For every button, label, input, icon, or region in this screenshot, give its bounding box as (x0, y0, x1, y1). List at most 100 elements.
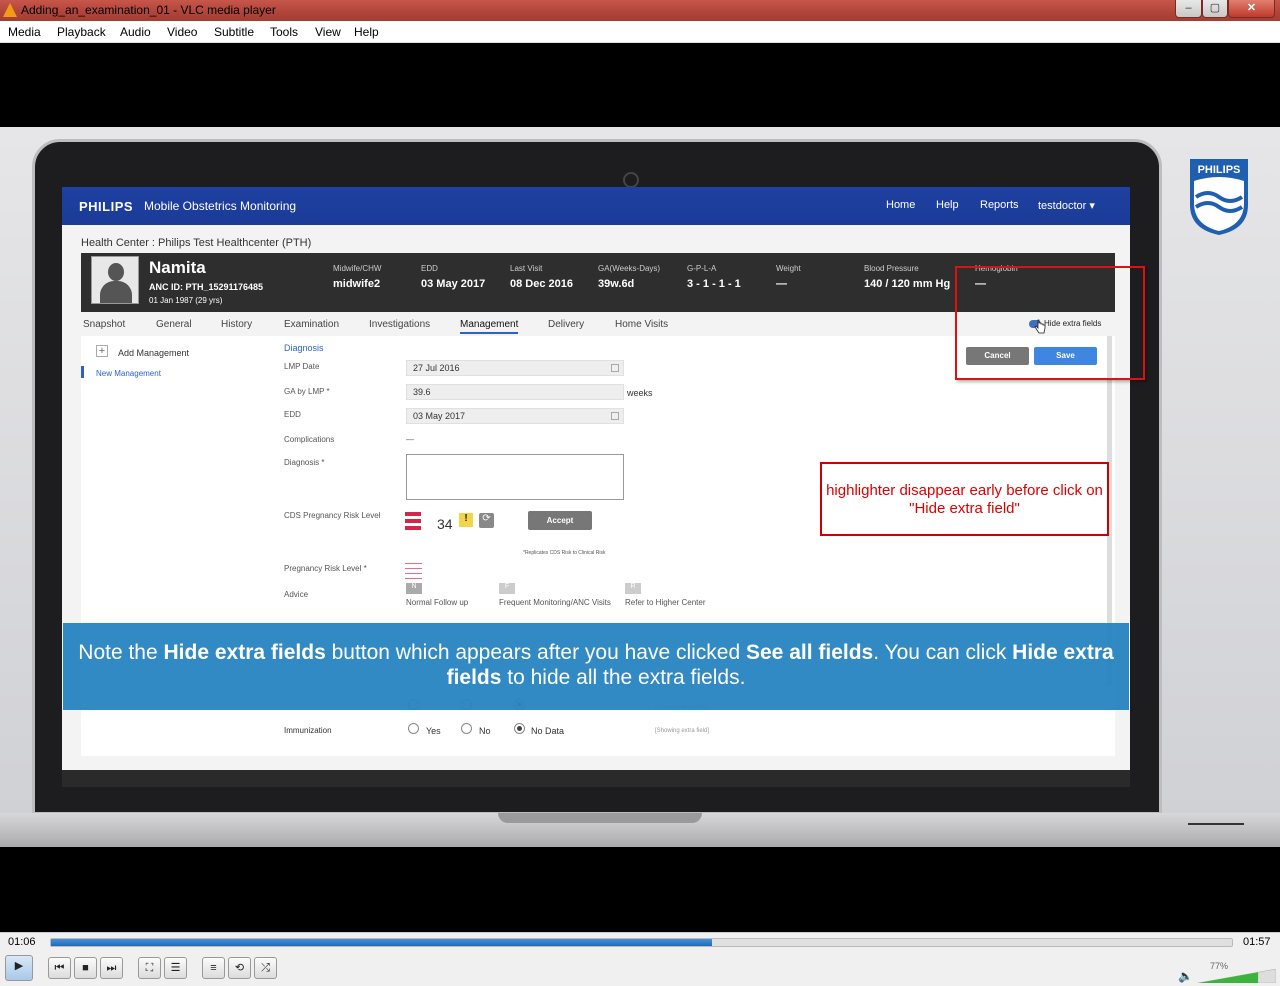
menu-video[interactable]: Video (167, 25, 197, 39)
screen-bottom-bar (62, 770, 1130, 787)
brand: PHILIPS (79, 199, 134, 214)
calendar-icon[interactable] (611, 364, 619, 372)
ga-label: GA by LMP * (284, 387, 330, 396)
menu-tools[interactable]: Tools (270, 25, 298, 39)
nav-reports[interactable]: Reports (980, 199, 1019, 211)
menu-view[interactable]: View (315, 25, 341, 39)
preg-risk-label: Pregnancy Risk Level * (284, 564, 367, 573)
health-center-label: Health Center : Philips Test Healthcente… (81, 237, 312, 249)
edd-label: EDD (284, 410, 301, 419)
previous-button[interactable]: ⏮ (48, 957, 71, 979)
philips-logo-text: PHILIPS (1198, 164, 1241, 176)
time-total: 01:57 (1243, 936, 1271, 948)
preg-risk-selector[interactable] (405, 562, 422, 580)
diagnosis-label: Diagnosis * (284, 458, 325, 467)
risk-level-icon (405, 512, 421, 530)
seek-progress (51, 939, 713, 946)
vlc-cone-icon (3, 3, 17, 17)
patient-dob: 01 Jan 1987 (29 yrs) (149, 296, 223, 305)
close-button[interactable]: ✕ (1228, 0, 1275, 18)
refresh-icon[interactable]: ⟳ (479, 513, 494, 528)
advice-refer-label: Refer to Higher Center (625, 598, 706, 607)
immunization-label: Immunization (284, 726, 332, 735)
advice-label: Advice (284, 590, 309, 599)
cds-label: CDS Pregnancy Risk Level (284, 511, 381, 520)
warning-icon: ! (459, 513, 473, 527)
stop-button[interactable]: ■ (74, 957, 97, 979)
tab-history[interactable]: History (221, 319, 252, 330)
lmp-label: LMP Date (284, 362, 320, 371)
diagnosis-textarea[interactable] (406, 454, 624, 500)
title-bar: Adding_an_examination_01 - VLC media pla… (0, 0, 1280, 21)
nav-help[interactable]: Help (936, 199, 959, 211)
immunization-yes-radio[interactable] (408, 723, 419, 734)
video-area[interactable]: PHILIPS PHILIPS Mobile Obstetrics Monito… (0, 43, 1280, 932)
immunization-yes-label: Yes (426, 726, 441, 736)
menu-media[interactable]: Media (8, 25, 41, 39)
cds-score: 34 (437, 516, 453, 532)
advice-refer-icon[interactable]: R (625, 583, 641, 594)
ga-unit: weeks (627, 388, 653, 398)
complications-value: — (406, 435, 414, 444)
app-navbar: PHILIPS Mobile Obstetrics Monitoring Hom… (62, 187, 1130, 225)
nav-home[interactable]: Home (886, 199, 915, 211)
showing-extra-field: [Showing extra field] (655, 728, 710, 734)
active-indicator (81, 366, 84, 378)
playlist-button[interactable]: ≡ (202, 957, 225, 979)
tab-home-visits[interactable]: Home Visits (615, 319, 668, 330)
calendar-icon[interactable] (611, 412, 619, 420)
add-management-link[interactable]: Add Management (118, 348, 189, 358)
seek-bar[interactable] (50, 938, 1233, 947)
play-button[interactable]: ▶ (5, 955, 33, 981)
tab-examination[interactable]: Examination (284, 319, 339, 330)
avatar (91, 256, 139, 304)
lmp-date-input[interactable]: 27 Jul 2016 (406, 360, 624, 376)
accept-button[interactable]: Accept (528, 511, 592, 530)
advice-normal-icon[interactable]: N (406, 583, 422, 594)
volume-slider[interactable] (1198, 969, 1276, 983)
immunization-no-radio[interactable] (461, 723, 472, 734)
tab-general[interactable]: General (156, 319, 192, 330)
advice-frequent-icon[interactable]: F (499, 583, 515, 594)
ga-input[interactable]: 39.6 (406, 384, 624, 400)
volume-icon[interactable]: 🔈 (1178, 969, 1193, 983)
shuffle-button[interactable]: ⤮ (254, 957, 277, 979)
tab-delivery[interactable]: Delivery (548, 319, 584, 330)
tab-management[interactable]: Management (460, 319, 519, 334)
laptop-base-line (1188, 823, 1244, 825)
immunization-nodata-label: No Data (531, 726, 565, 736)
immunization-nodata-radio[interactable] (514, 723, 525, 734)
tab-snapshot[interactable]: Snapshot (83, 319, 125, 330)
add-icon[interactable]: + (96, 345, 108, 357)
fullscreen-button[interactable]: ⛶ (138, 957, 161, 979)
new-management-link[interactable]: New Management (96, 369, 161, 378)
tab-investigations[interactable]: Investigations (369, 319, 430, 330)
immunization-no-label: No (479, 726, 491, 736)
menu-subtitle[interactable]: Subtitle (214, 25, 254, 39)
philips-shield-logo: PHILIPS (1190, 159, 1248, 235)
window-title: Adding_an_examination_01 - VLC media pla… (21, 3, 276, 17)
menu-help[interactable]: Help (354, 25, 379, 39)
laptop-notch (498, 813, 702, 823)
highlight-box (955, 266, 1145, 380)
advice-frequent-label: Frequent Monitoring/ANC Visits (499, 598, 611, 607)
time-elapsed: 01:06 (8, 936, 36, 948)
extended-settings-button[interactable]: ☰ (164, 957, 187, 979)
nav-user-menu[interactable]: testdoctor ▾ (1038, 199, 1095, 212)
menu-audio[interactable]: Audio (120, 25, 151, 39)
video-caption: Note the Hide extra fields button which … (63, 623, 1129, 710)
next-button[interactable]: ⏭ (100, 957, 123, 979)
edd-input[interactable]: 03 May 2017 (406, 408, 624, 424)
maximize-button[interactable]: ▢ (1202, 0, 1228, 18)
hand-cursor-icon (1034, 319, 1046, 334)
annotation-note: highlighter disappear early before click… (820, 462, 1109, 536)
minimize-button[interactable]: – (1175, 0, 1202, 18)
patient-name: Namita (149, 258, 206, 277)
patient-anc-id: ANC ID: PTH_15291176485 (149, 282, 264, 292)
app-name: Mobile Obstetrics Monitoring (144, 199, 297, 213)
menu-bar: Media Playback Audio Video Subtitle Tool… (0, 21, 1280, 43)
loop-button[interactable]: ⟲ (228, 957, 251, 979)
advice-normal-label: Normal Follow up (406, 598, 469, 607)
player-controls: 01:06 01:57 ▶ ⏮ ■ ⏭ ⛶ ☰ ≡ ⟲ ⤮ 🔈 77% (0, 932, 1280, 986)
menu-playback[interactable]: Playback (57, 25, 106, 39)
